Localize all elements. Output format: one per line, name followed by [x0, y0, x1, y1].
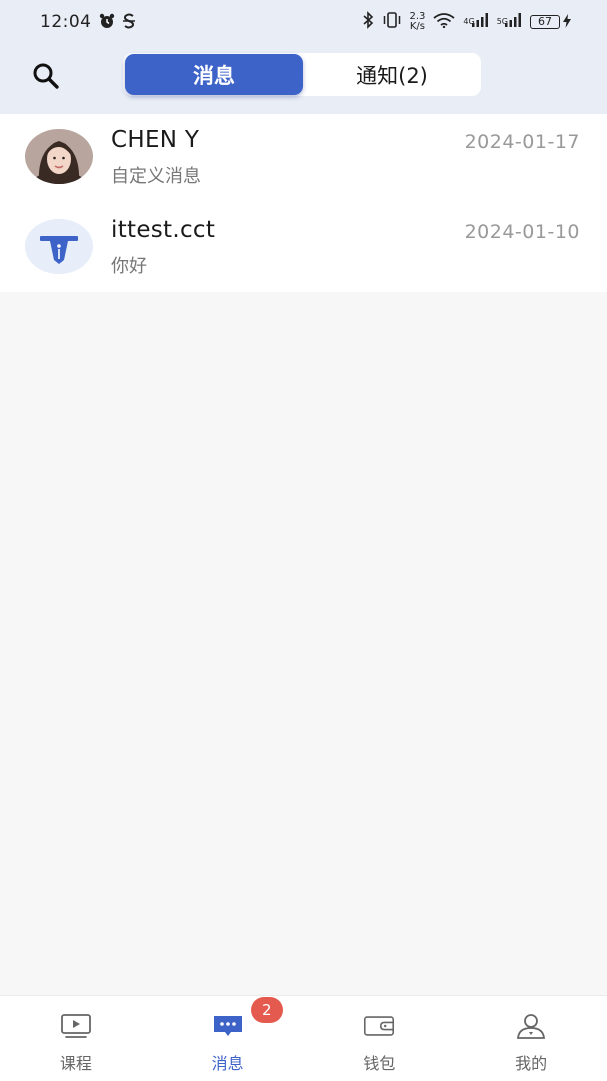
net-speed-unit: K/s: [409, 21, 426, 32]
message-list: CHEN Y 自定义消息 2024-01-17 ittest.cct 你好 20…: [0, 114, 607, 292]
wifi-icon: [433, 12, 455, 32]
nav-label: 我的: [515, 1054, 548, 1073]
vibrate-icon: [382, 11, 402, 33]
nav-label: 课程: [59, 1054, 92, 1073]
charging-icon: [563, 13, 571, 32]
net-tag-1: 4G: [463, 17, 475, 26]
search-icon: [31, 61, 61, 95]
nav-item-profile[interactable]: 我的: [455, 996, 607, 1081]
tab-switcher: 消息 通知(2): [123, 53, 481, 96]
sender-name: CHEN Y: [111, 127, 200, 153]
status-right-icons: 2.3 K/s 4G 5G 67: [362, 11, 571, 33]
top-area: 12:04 2.3 K/s 4G 5G 67 消息 通知(2): [0, 0, 607, 114]
tab-messages[interactable]: 消息: [125, 54, 303, 95]
user-icon: [515, 1012, 547, 1040]
status-time: 12:04: [40, 12, 92, 32]
nav-label: 钱包: [363, 1054, 396, 1073]
alarm-icon: [98, 12, 116, 30]
signal-group-2: 5G: [497, 12, 522, 32]
nav-item-messages[interactable]: 消息 2: [152, 996, 304, 1081]
message-item[interactable]: CHEN Y 自定义消息 2024-01-17: [0, 114, 607, 203]
bottom-nav: 课程 消息 2 钱包 我的: [0, 995, 607, 1081]
message-item[interactable]: ittest.cct 你好 2024-01-10: [0, 203, 607, 292]
tab-notifications[interactable]: 通知(2): [303, 53, 481, 96]
header: 消息 通知(2): [0, 46, 607, 114]
nav-label: 消息: [211, 1054, 244, 1073]
message-preview: 你好: [111, 256, 147, 277]
status-bar: 12:04 2.3 K/s 4G 5G 67: [0, 0, 607, 46]
battery-indicator: 67: [530, 15, 560, 29]
s-app-icon: [122, 12, 136, 30]
search-button[interactable]: [28, 60, 64, 96]
message-preview: 自定义消息: [111, 166, 201, 187]
net-speed: 2.3 K/s: [410, 12, 426, 32]
message-date: 2024-01-10: [464, 221, 580, 243]
battery-level: 67: [538, 15, 552, 28]
signal-group-1: 4G: [463, 12, 488, 32]
message-date: 2024-01-17: [464, 131, 580, 153]
wallet-icon: [363, 1012, 395, 1040]
net-tag-2: 5G: [496, 17, 508, 26]
status-left-icons: [98, 12, 136, 30]
unread-badge: 2: [250, 997, 283, 1023]
nav-item-courses[interactable]: 课程: [0, 996, 152, 1081]
sender-name: ittest.cct: [111, 217, 216, 243]
video-icon: [60, 1012, 92, 1040]
chat-icon: [212, 1012, 244, 1040]
photo-avatar: [25, 129, 93, 184]
nav-item-wallet[interactable]: 钱包: [304, 996, 456, 1081]
bluetooth-icon: [362, 11, 374, 33]
school-logo-avatar: [25, 219, 93, 274]
